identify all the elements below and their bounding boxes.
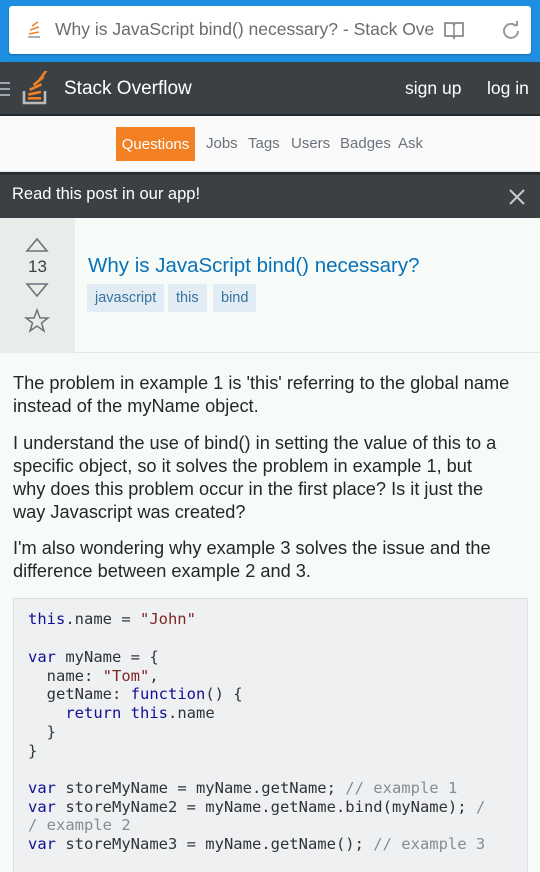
- code-block: this.name = "John" var myName = { name: …: [13, 598, 528, 872]
- browser-toolbar: Why is JavaScript bind() necessary? - St…: [0, 0, 540, 62]
- code-line: return this.name: [65, 704, 215, 722]
- banner-text[interactable]: Read this post in our app!: [12, 185, 200, 204]
- close-icon[interactable]: [508, 188, 526, 206]
- stack-overflow-logo-icon[interactable]: [22, 71, 50, 105]
- refresh-icon[interactable]: [500, 20, 522, 42]
- site-favicon-icon: [28, 21, 40, 38]
- body-paragraph: The problem in example 1 is 'this' refer…: [13, 373, 510, 416]
- code-line: var storeMyName3 = myName.getName(); // …: [28, 835, 486, 853]
- nav-ask[interactable]: Ask: [398, 135, 423, 152]
- main-nav: Questions Jobs Tags Users Badges Ask: [0, 116, 540, 172]
- address-bar[interactable]: Why is JavaScript bind() necessary? - St…: [9, 6, 531, 54]
- page-title-in-address-bar: Why is JavaScript bind() necessary? - St…: [55, 19, 435, 39]
- code-line: }: [28, 723, 56, 741]
- question-header: 13 Why is JavaScript bind() necessary? j…: [0, 218, 540, 353]
- tag-javascript[interactable]: javascript: [87, 284, 165, 312]
- upvote-arrow-icon[interactable]: [25, 237, 49, 253]
- code-line: var storeMyName = myName.getName; // exa…: [28, 779, 458, 797]
- site-header: Stack Overflow sign up log in: [0, 62, 540, 116]
- favorite-star-icon[interactable]: [24, 308, 50, 334]
- body-paragraph: I'm also wondering why example 3 solves …: [13, 538, 491, 581]
- vote-count: 13: [28, 257, 47, 276]
- site-title[interactable]: Stack Overflow: [64, 78, 192, 100]
- book-open-icon[interactable]: [443, 20, 465, 40]
- log-in-link[interactable]: log in: [487, 78, 529, 99]
- nav-users[interactable]: Users: [291, 135, 330, 152]
- vote-column: 13: [0, 218, 75, 353]
- code-line: this.name = "John": [28, 610, 196, 628]
- nav-tags[interactable]: Tags: [248, 135, 280, 152]
- nav-questions[interactable]: Questions: [116, 127, 195, 161]
- code-line: var storeMyName2 = myName.getName.bind(m…: [28, 798, 486, 816]
- code-line: getName: function() {: [28, 685, 243, 703]
- nav-badges[interactable]: Badges: [340, 135, 391, 152]
- sign-up-link[interactable]: sign up: [405, 78, 461, 99]
- code-line: }: [28, 742, 38, 760]
- body-paragraph: I understand the use of bind() in settin…: [13, 433, 497, 522]
- code-line: / example 2: [28, 816, 131, 834]
- nav-jobs[interactable]: Jobs: [206, 135, 238, 152]
- menu-icon[interactable]: [0, 80, 10, 98]
- tag-this[interactable]: this: [168, 284, 207, 312]
- code-line: name: "Tom",: [28, 667, 159, 685]
- code-line: var myName = {: [28, 648, 159, 666]
- downvote-arrow-icon[interactable]: [25, 282, 49, 298]
- app-promo-banner[interactable]: Read this post in our app!: [0, 172, 540, 218]
- question-title[interactable]: Why is JavaScript bind() necessary?: [88, 254, 420, 278]
- tag-bind[interactable]: bind: [213, 284, 257, 312]
